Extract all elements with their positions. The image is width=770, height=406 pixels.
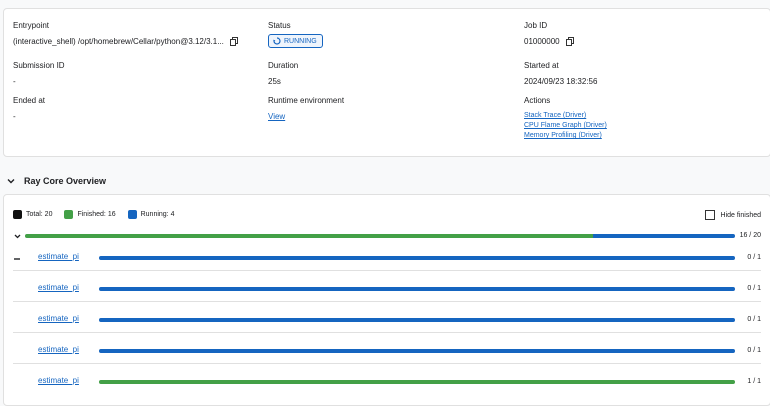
- hide-finished-checkbox[interactable]: [704, 210, 715, 220]
- duration-value: 25s: [268, 77, 281, 86]
- hide-finished-toggle[interactable]: Hide finished: [704, 210, 761, 220]
- summary-finished-segment: [25, 234, 593, 238]
- runtime-env-field: Runtime environment View: [268, 96, 344, 121]
- task-name-link[interactable]: estimate_pi: [38, 252, 79, 261]
- copy-icon[interactable]: [565, 37, 575, 46]
- status-value: RUNNING: [284, 37, 317, 45]
- legend-total-label: Total: 20: [26, 211, 53, 218]
- legend-running: Running: 4: [127, 210, 175, 219]
- finished-swatch: [64, 210, 74, 219]
- chevron-down-icon: [7, 179, 15, 184]
- ended-at-label: Ended at: [13, 96, 46, 105]
- task-finished-segment: [99, 380, 735, 384]
- submission-id-value: -: [13, 77, 16, 86]
- runtime-env-view-link[interactable]: View: [268, 112, 285, 121]
- started-at-value: 2024/09/23 18:32:56: [524, 77, 598, 86]
- task-running-segment: [99, 349, 735, 353]
- ray-core-overview-header[interactable]: Ray Core Overview: [6, 176, 106, 186]
- legend: Total: 20 Finished: 16 Running: 4: [13, 210, 186, 219]
- stack-trace-link[interactable]: Stack Trace (Driver): [524, 111, 607, 121]
- task-progress-bar: [99, 349, 735, 353]
- memory-profiling-link[interactable]: Memory Profiling (Driver): [524, 131, 607, 141]
- summary-progress-bar: [25, 234, 735, 238]
- runtime-env-label: Runtime environment: [268, 96, 345, 105]
- submission-id-field: Submission ID -: [13, 61, 65, 86]
- task-name-link[interactable]: estimate_pi: [38, 314, 79, 323]
- chevron-down-icon[interactable]: [13, 232, 22, 241]
- legend-finished: Finished: 16: [64, 210, 116, 219]
- task-count: 0 / 1: [747, 285, 761, 292]
- summary-count: 16 / 20: [739, 232, 761, 239]
- task-progress-bar: [99, 256, 735, 260]
- total-swatch: [13, 210, 22, 219]
- row-divider: [13, 332, 761, 333]
- legend-finished-label: Finished: 16: [77, 211, 116, 218]
- status-field: Status RUNNING: [268, 21, 323, 48]
- duration-label: Duration: [268, 61, 299, 70]
- task-name-link[interactable]: estimate_pi: [38, 345, 79, 354]
- task-running-segment: [99, 287, 735, 291]
- job-id-label: Job ID: [524, 21, 548, 30]
- hide-finished-label: Hide finished: [720, 211, 761, 219]
- started-at-label: Started at: [524, 61, 559, 70]
- task-progress-bar: [99, 380, 735, 384]
- collapse-icon[interactable]: [13, 255, 21, 263]
- task-count: 0 / 1: [747, 347, 761, 354]
- job-id-field: Job ID 01000000: [524, 21, 575, 46]
- duration-field: Duration 25s: [268, 61, 298, 86]
- job-details-card: Entrypoint (interactive_shell) /opt/home…: [3, 8, 770, 157]
- running-swatch: [127, 210, 137, 219]
- task-name-link[interactable]: estimate_pi: [38, 376, 79, 385]
- entrypoint-label: Entrypoint: [13, 21, 50, 30]
- ended-at-field: Ended at -: [13, 96, 45, 121]
- task-running-segment: [99, 318, 735, 322]
- cpu-flame-graph-link[interactable]: CPU Flame Graph (Driver): [524, 121, 607, 131]
- started-at-field: Started at 2024/09/23 18:32:56: [524, 61, 597, 86]
- row-divider: [13, 363, 761, 364]
- actions-field: Actions Stack Trace (Driver) CPU Flame G…: [524, 96, 607, 141]
- task-name-link[interactable]: estimate_pi: [38, 283, 79, 292]
- status-badge: RUNNING: [268, 34, 323, 48]
- job-id-value: 01000000: [524, 37, 560, 46]
- submission-id-label: Submission ID: [13, 61, 65, 70]
- task-count: 1 / 1: [747, 378, 761, 385]
- ray-core-overview-card: Total: 20 Finished: 16 Running: 4 Hide f…: [3, 194, 770, 406]
- entrypoint-value: (interactive_shell) /opt/homebrew/Cellar…: [13, 37, 224, 46]
- task-count: 0 / 1: [747, 254, 761, 261]
- summary-running-segment: [593, 234, 735, 238]
- entrypoint-field: Entrypoint (interactive_shell) /opt/home…: [13, 21, 239, 46]
- copy-icon[interactable]: [229, 37, 239, 46]
- actions-label: Actions: [524, 96, 551, 105]
- row-divider: [13, 270, 761, 271]
- status-label: Status: [268, 21, 291, 30]
- legend-running-label: Running: 4: [140, 211, 175, 218]
- task-progress-bar: [99, 287, 735, 291]
- task-count: 0 / 1: [747, 316, 761, 323]
- row-divider: [13, 301, 761, 302]
- task-running-segment: [99, 256, 735, 260]
- section-title: Ray Core Overview: [24, 176, 107, 186]
- task-progress-bar: [99, 318, 735, 322]
- legend-total: Total: 20: [13, 210, 52, 219]
- ended-at-value: -: [13, 112, 16, 121]
- loading-icon: [273, 37, 281, 45]
